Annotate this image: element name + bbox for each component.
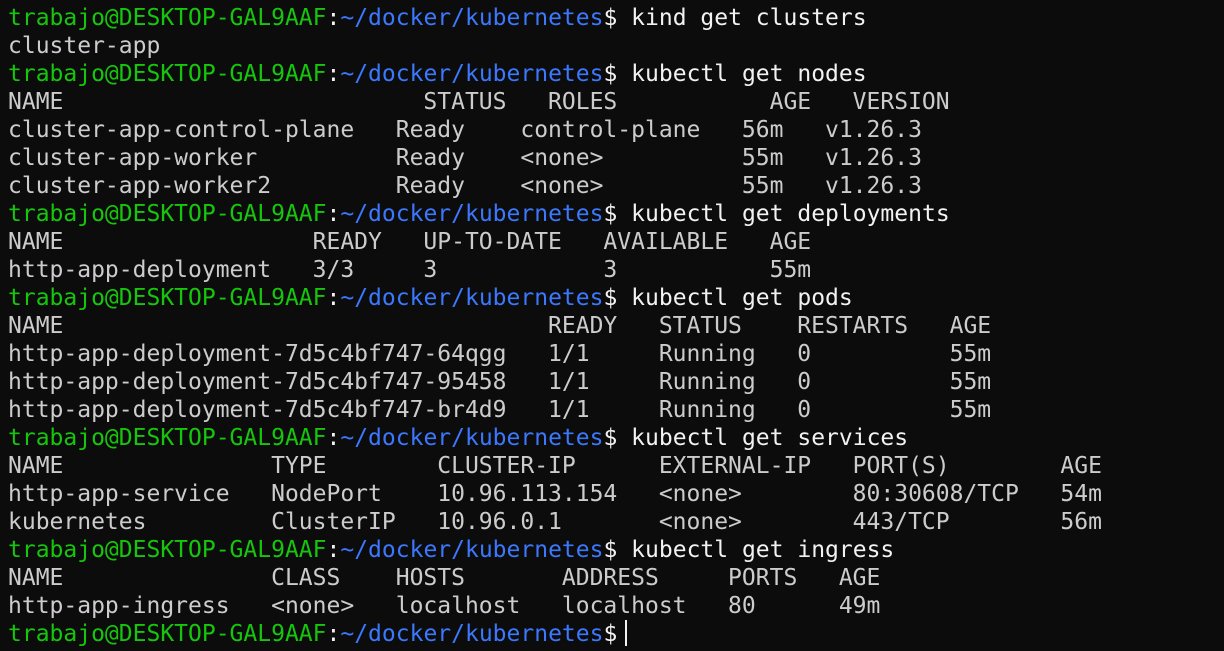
prompt-user-host: trabajo@DESKTOP-GAL9AAF [8,621,327,647]
command-text: kubectl get deployments [617,201,950,227]
prompt-symbol: $ [603,201,618,227]
output-line: http-app-deployment-7d5c4bf747-95458 1/1… [8,369,992,395]
output-line: http-app-deployment 3/3 3 3 55m [8,257,812,283]
command-text: kubectl get ingress [617,537,895,563]
output-line: kubernetes ClusterIP 10.96.0.1 <none> 44… [8,509,1102,535]
output-line: http-app-deployment-7d5c4bf747-br4d9 1/1… [8,397,992,423]
command-text: kubectl get services [617,425,909,451]
output-line: NAME TYPE CLUSTER-IP EXTERNAL-IP PORT(S)… [8,453,1102,479]
prompt-symbol: $ [603,5,618,31]
output-line: cluster-app-worker Ready <none> 55m v1.2… [8,145,922,171]
prompt-line: trabajo@DESKTOP-GAL9AAF:~/docker/kuberne… [8,284,1224,312]
output-line: NAME STATUS ROLES AGE VERSION [8,89,950,115]
output-line: http-app-deployment-7d5c4bf747-64qgg 1/1… [8,341,992,367]
terminal-output[interactable]: trabajo@DESKTOP-GAL9AAF:~/docker/kuberne… [8,4,1224,648]
prompt-path: ~/docker/kubernetes [340,537,604,563]
command-text: kubectl get pods [617,285,853,311]
prompt-sep: : [326,285,341,311]
command-text: kind get clusters [617,5,867,31]
prompt-line: trabajo@DESKTOP-GAL9AAF:~/docker/kuberne… [8,200,1224,228]
prompt-sep: : [326,61,341,87]
output-line: cluster-app-worker2 Ready <none> 55m v1.… [8,173,922,199]
prompt-user-host: trabajo@DESKTOP-GAL9AAF [8,5,327,31]
active-prompt-line[interactable]: trabajo@DESKTOP-GAL9AAF:~/docker/kuberne… [8,620,1224,648]
prompt-sep: : [326,621,341,647]
prompt-sep: : [326,425,341,451]
output-line: cluster-app [8,33,161,59]
prompt-path: ~/docker/kubernetes [340,5,604,31]
prompt-path: ~/docker/kubernetes [340,285,604,311]
output-line: cluster-app-control-plane Ready control-… [8,117,922,143]
prompt-sep: : [326,201,341,227]
prompt-user-host: trabajo@DESKTOP-GAL9AAF [8,61,327,87]
prompt-symbol: $ [603,61,618,87]
prompt-sep: : [326,537,341,563]
prompt-symbol: $ [603,425,618,451]
prompt-path: ~/docker/kubernetes [340,425,604,451]
output-line: NAME READY STATUS RESTARTS AGE [8,313,992,339]
text-cursor[interactable] [625,620,628,646]
output-line: NAME CLASS HOSTS ADDRESS PORTS AGE [8,565,881,591]
prompt-line: trabajo@DESKTOP-GAL9AAF:~/docker/kuberne… [8,424,1224,452]
output-line: NAME READY UP-TO-DATE AVAILABLE AGE [8,229,812,255]
prompt-user-host: trabajo@DESKTOP-GAL9AAF [8,537,327,563]
prompt-sep: : [326,5,341,31]
prompt-user-host: trabajo@DESKTOP-GAL9AAF [8,285,327,311]
output-line: http-app-ingress <none> localhost localh… [8,593,881,619]
prompt-user-host: trabajo@DESKTOP-GAL9AAF [8,425,327,451]
prompt-line: trabajo@DESKTOP-GAL9AAF:~/docker/kuberne… [8,536,1224,564]
prompt-symbol: $ [603,285,618,311]
prompt-line: trabajo@DESKTOP-GAL9AAF:~/docker/kuberne… [8,4,1224,32]
prompt-symbol: $ [603,621,618,647]
prompt-path: ~/docker/kubernetes [340,201,604,227]
command-text: kubectl get nodes [617,61,867,87]
prompt-user-host: trabajo@DESKTOP-GAL9AAF [8,201,327,227]
prompt-path: ~/docker/kubernetes [340,621,604,647]
prompt-path: ~/docker/kubernetes [340,61,604,87]
prompt-line: trabajo@DESKTOP-GAL9AAF:~/docker/kuberne… [8,60,1224,88]
prompt-symbol: $ [603,537,618,563]
output-line: http-app-service NodePort 10.96.113.154 … [8,481,1102,507]
